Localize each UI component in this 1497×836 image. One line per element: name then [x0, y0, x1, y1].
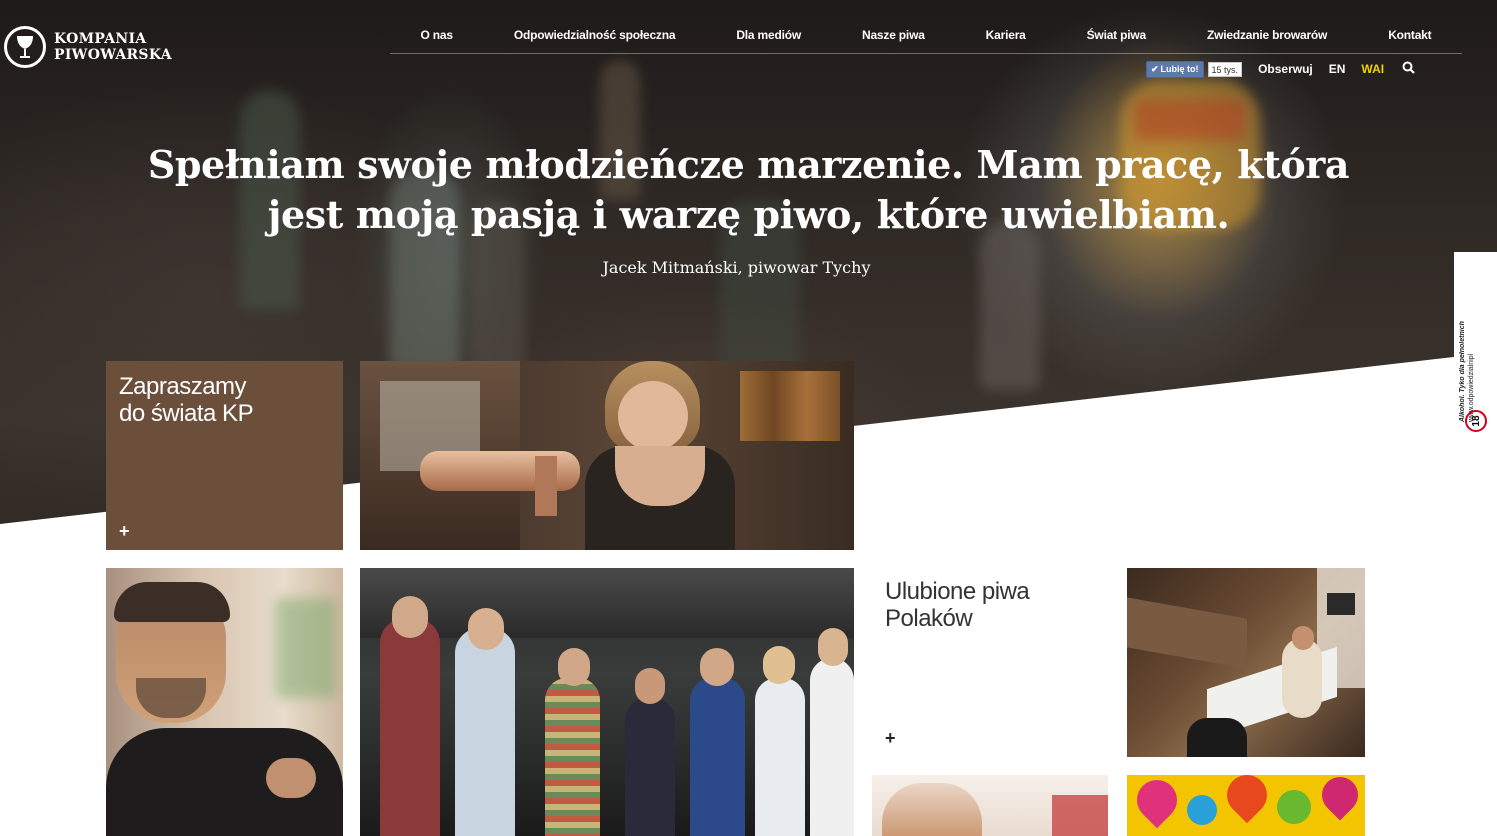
invite-tile-title: Zapraszamy do świata KP	[119, 373, 254, 427]
facebook-like-count: 15 tys.	[1207, 61, 1243, 77]
thumbs-up-icon: ✔	[1151, 63, 1159, 74]
age-restriction-badge: Alkohol. Tyko dla pełnoletnich www.odpow…	[1454, 252, 1497, 440]
language-switch[interactable]: EN	[1329, 62, 1346, 76]
follow-link[interactable]: Obserwuj	[1258, 62, 1313, 76]
nav-item-o-nas[interactable]: O nas	[420, 28, 453, 53]
team-group-photo[interactable]	[360, 568, 854, 836]
nav-item-nasze-piwa[interactable]: Nasze piwa	[862, 28, 925, 53]
bartender-photo[interactable]	[360, 361, 854, 550]
nav-item-kariera[interactable]: Kariera	[986, 28, 1026, 53]
nav-item-kontakt[interactable]: Kontakt	[1388, 28, 1431, 53]
wai-accessibility-link[interactable]: WAI	[1361, 62, 1384, 76]
invite-tile[interactable]: Zapraszamy do świata KP +	[106, 361, 343, 550]
site-logo[interactable]: KOMPANIA PIWOWARSKA	[4, 26, 172, 68]
hero-quote: Spełniam swoje młodzieńcze marzenie. Mam…	[147, 142, 1350, 237]
nav-item-dla-mediow[interactable]: Dla mediów	[736, 28, 801, 53]
nav-item-zwiedzanie[interactable]: Zwiedzanie browarów	[1207, 28, 1327, 53]
plus-icon: +	[119, 521, 130, 541]
colorful-hearts-graphic[interactable]	[1127, 775, 1365, 836]
office-reception-photo[interactable]	[1127, 568, 1365, 757]
main-navigation: O nas Odpowiedzialność społeczna Dla med…	[390, 28, 1462, 54]
smiling-man-photo[interactable]	[106, 568, 343, 836]
age-18-icon: 18	[1465, 410, 1487, 432]
beer-glass-photo[interactable]	[872, 775, 1108, 836]
age-warning-text: Alkohol. Tyko dla pełnoletnich www.odpow…	[1459, 321, 1475, 422]
favorite-beers-title: Ulubione piwa Polaków	[885, 578, 1030, 632]
goblet-icon	[4, 26, 46, 68]
facebook-like-button[interactable]: ✔ Lubię to!	[1146, 60, 1204, 78]
nav-item-odpowiedzialnosc[interactable]: Odpowiedzialność społeczna	[514, 28, 676, 53]
utility-bar: ✔ Lubię to! 15 tys. Obserwuj EN WAI	[1146, 60, 1415, 78]
search-icon[interactable]	[1402, 61, 1415, 77]
hero-quote-author: Jacek Mitmański, piwowar Tychy	[602, 258, 871, 277]
nav-item-swiat-piwa[interactable]: Świat piwa	[1087, 28, 1147, 53]
favorite-beers-tile[interactable]: Ulubione piwa Polaków +	[872, 568, 1108, 757]
plus-icon: +	[885, 728, 896, 748]
facebook-like-label: Lubię to!	[1160, 64, 1199, 74]
logo-wordmark: KOMPANIA PIWOWARSKA	[54, 31, 172, 63]
